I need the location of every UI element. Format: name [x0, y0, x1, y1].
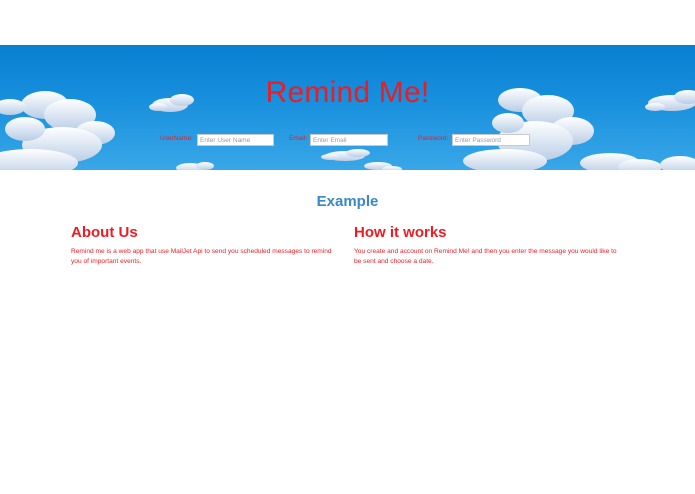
about-text: Remind me is a web app that use MailJet …	[71, 248, 332, 265]
how-it-works-text: You create and account on Remind Me! and…	[354, 248, 617, 265]
password-label: Password:	[418, 135, 449, 142]
username-label: UserName:	[160, 135, 193, 142]
how-it-works-heading: How it works	[354, 224, 447, 241]
email-label: Email:	[289, 135, 308, 142]
hero-banner: Remind Me! UserName: Email: Password:	[0, 45, 695, 170]
page: Remind Me! UserName: Email: Password: Ex…	[0, 0, 695, 494]
about-heading: About Us	[71, 224, 138, 241]
password-input[interactable]	[452, 134, 530, 146]
example-heading: Example	[316, 193, 379, 210]
about-section: About Us Remind me is a web app that use…	[71, 224, 336, 266]
signup-form: UserName: Email: Password:	[0, 134, 695, 147]
app-title: Remind Me!	[265, 76, 430, 109]
email-input[interactable]	[310, 134, 388, 146]
how-it-works-section: How it works You create and account on R…	[354, 224, 619, 266]
username-input[interactable]	[197, 134, 274, 146]
